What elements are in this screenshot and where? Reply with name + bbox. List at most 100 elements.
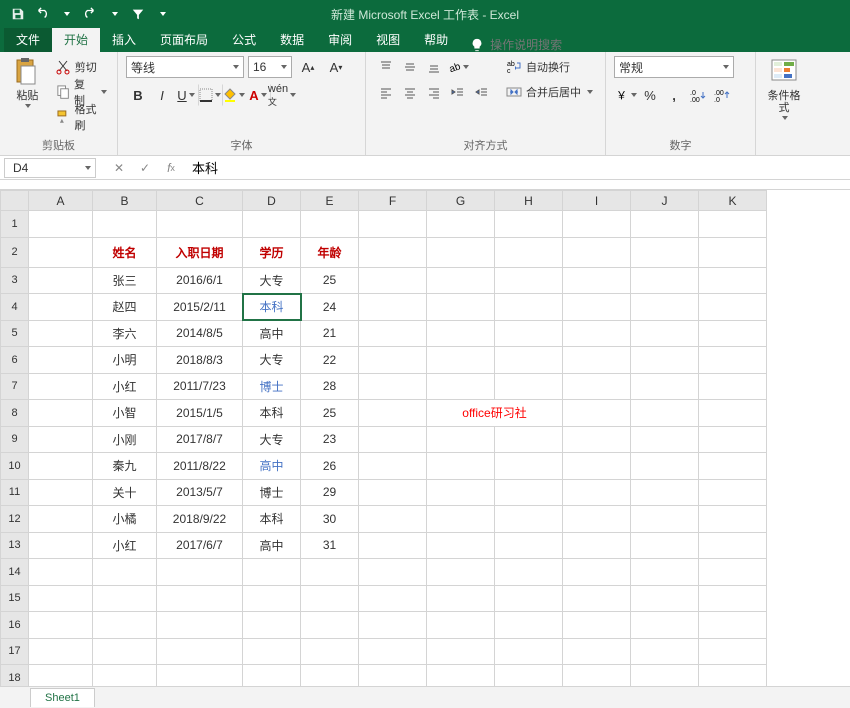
cell-K14[interactable]: [699, 559, 767, 586]
cell-H14[interactable]: [495, 559, 563, 586]
row-header[interactable]: 6: [1, 347, 29, 374]
sheet-tab-1[interactable]: Sheet1: [30, 688, 95, 707]
cell-E17[interactable]: [301, 638, 359, 665]
cell-G13[interactable]: [427, 532, 495, 559]
cell-G2[interactable]: [427, 237, 495, 267]
undo-dropdown-icon[interactable]: [54, 2, 78, 26]
cell-K13[interactable]: [699, 532, 767, 559]
column-headers[interactable]: ABCDEFGHIJK: [1, 191, 767, 211]
cell-G4[interactable]: [427, 294, 495, 321]
cell-F12[interactable]: [359, 506, 427, 533]
cell-F2[interactable]: [359, 237, 427, 267]
cell-A1[interactable]: [29, 211, 93, 238]
cell-C17[interactable]: [157, 638, 243, 665]
row-header[interactable]: 9: [1, 426, 29, 453]
border-button[interactable]: [198, 84, 222, 106]
row-header[interactable]: 14: [1, 559, 29, 586]
cell-D1[interactable]: [243, 211, 301, 238]
cell-J9[interactable]: [631, 426, 699, 453]
cell-K11[interactable]: [699, 479, 767, 506]
cell-F15[interactable]: [359, 585, 427, 612]
filter-icon[interactable]: [126, 2, 150, 26]
row-header[interactable]: 15: [1, 585, 29, 612]
increase-indent-button[interactable]: [470, 82, 494, 104]
row-header[interactable]: 17: [1, 638, 29, 665]
cell-B7[interactable]: 小红: [93, 373, 157, 400]
cell-F4[interactable]: [359, 294, 427, 321]
cell-C16[interactable]: [157, 612, 243, 639]
cell-A9[interactable]: [29, 426, 93, 453]
cell-I11[interactable]: [563, 479, 631, 506]
cell-G7[interactable]: [427, 373, 495, 400]
align-center-button[interactable]: [398, 82, 422, 104]
cell-J12[interactable]: [631, 506, 699, 533]
cell-K16[interactable]: [699, 612, 767, 639]
cell-E15[interactable]: [301, 585, 359, 612]
cell-A12[interactable]: [29, 506, 93, 533]
cell-B14[interactable]: [93, 559, 157, 586]
cell-H13[interactable]: [495, 532, 563, 559]
cell-K15[interactable]: [699, 585, 767, 612]
cell-B2[interactable]: 姓名: [93, 237, 157, 267]
col-header-K[interactable]: K: [699, 191, 767, 211]
cell-C5[interactable]: 2014/8/5: [157, 320, 243, 347]
cell-C12[interactable]: 2018/9/22: [157, 506, 243, 533]
italic-button[interactable]: I: [150, 84, 174, 106]
cell-C10[interactable]: 2011/8/22: [157, 453, 243, 480]
tab-page-layout[interactable]: 页面布局: [148, 27, 220, 52]
redo-icon[interactable]: [78, 2, 102, 26]
cell-E6[interactable]: 22: [301, 347, 359, 374]
redo-dropdown-icon[interactable]: [102, 2, 126, 26]
fill-color-button[interactable]: [222, 84, 246, 106]
cell-G14[interactable]: [427, 559, 495, 586]
cell-J15[interactable]: [631, 585, 699, 612]
percent-button[interactable]: %: [638, 84, 662, 106]
cell-J13[interactable]: [631, 532, 699, 559]
cancel-formula-button[interactable]: ✕: [106, 158, 132, 178]
name-box[interactable]: D4: [4, 158, 96, 178]
cell-C7[interactable]: 2011/7/23: [157, 373, 243, 400]
cell-A14[interactable]: [29, 559, 93, 586]
cell-J16[interactable]: [631, 612, 699, 639]
cell-I13[interactable]: [563, 532, 631, 559]
cell-F3[interactable]: [359, 267, 427, 294]
cell-K8[interactable]: [699, 400, 767, 427]
cell-I12[interactable]: [563, 506, 631, 533]
cell-F5[interactable]: [359, 320, 427, 347]
decrease-decimal-button[interactable]: .00.0: [710, 84, 734, 106]
cell-F17[interactable]: [359, 638, 427, 665]
cell-D8[interactable]: 本科: [243, 400, 301, 427]
cell-I3[interactable]: [563, 267, 631, 294]
row-header[interactable]: 2: [1, 237, 29, 267]
cell-K18[interactable]: [699, 665, 767, 687]
cell-E16[interactable]: [301, 612, 359, 639]
cell-D11[interactable]: 博士: [243, 479, 301, 506]
cell-J4[interactable]: [631, 294, 699, 321]
cell-A8[interactable]: [29, 400, 93, 427]
cell-D18[interactable]: [243, 665, 301, 687]
font-name-combo[interactable]: 等线: [126, 56, 244, 78]
cell-G15[interactable]: [427, 585, 495, 612]
phonetic-button[interactable]: wén文: [270, 84, 294, 106]
cell-D5[interactable]: 高中: [243, 320, 301, 347]
cell-E18[interactable]: [301, 665, 359, 687]
cell-J8[interactable]: [631, 400, 699, 427]
cell-I17[interactable]: [563, 638, 631, 665]
cell-J14[interactable]: [631, 559, 699, 586]
cell-A18[interactable]: [29, 665, 93, 687]
copy-button[interactable]: 复制: [53, 81, 109, 103]
cell-I6[interactable]: [563, 347, 631, 374]
col-header-A[interactable]: A: [29, 191, 93, 211]
cell-I18[interactable]: [563, 665, 631, 687]
row-header[interactable]: 11: [1, 479, 29, 506]
cell-D16[interactable]: [243, 612, 301, 639]
cell-C2[interactable]: 入职日期: [157, 237, 243, 267]
cell-D9[interactable]: 大专: [243, 426, 301, 453]
cell-G17[interactable]: [427, 638, 495, 665]
cell-C14[interactable]: [157, 559, 243, 586]
orientation-button[interactable]: ab: [446, 56, 470, 78]
cell-H16[interactable]: [495, 612, 563, 639]
tab-formulas[interactable]: 公式: [220, 27, 268, 52]
decrease-font-button[interactable]: A▾: [324, 56, 348, 78]
cell-C8[interactable]: 2015/1/5: [157, 400, 243, 427]
